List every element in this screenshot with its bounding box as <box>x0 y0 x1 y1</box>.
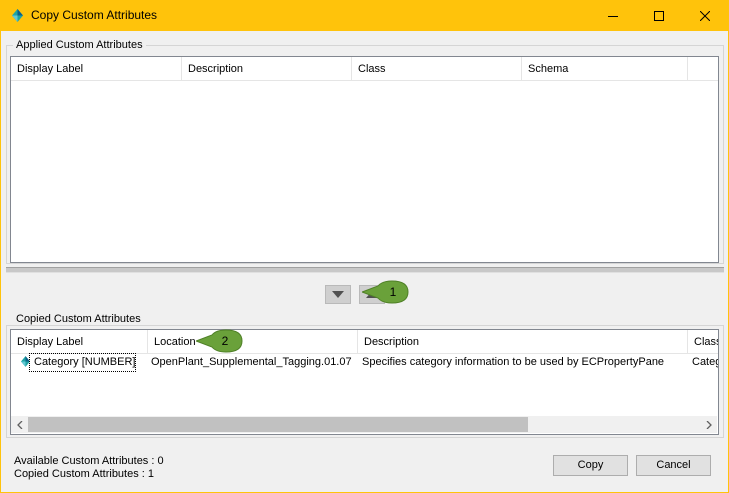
splitter[interactable] <box>6 267 724 273</box>
column-header-class[interactable]: Class <box>688 330 718 354</box>
maximize-icon <box>654 10 664 21</box>
callout-1-label: 1 <box>390 285 397 299</box>
close-icon <box>700 10 710 21</box>
cell-class: Categ <box>692 356 718 368</box>
minimize-button[interactable] <box>590 0 636 31</box>
close-button[interactable] <box>682 0 728 31</box>
column-header-class[interactable]: Class <box>352 57 522 81</box>
chevron-right-icon <box>706 420 712 429</box>
column-header-display-label[interactable]: Display Label <box>11 57 182 81</box>
minimize-icon <box>608 15 618 17</box>
copied-group-label: Copied Custom Attributes <box>13 313 144 325</box>
callout-marker-1: 1 <box>362 280 409 304</box>
applied-list-header: Display Label Description Class Schema <box>11 57 718 81</box>
callout-marker-2: 2 <box>196 329 243 353</box>
callout-2-label: 2 <box>222 334 229 348</box>
maximize-button[interactable] <box>636 0 682 31</box>
horizontal-scrollbar[interactable] <box>11 416 717 433</box>
bentley-diamond-icon <box>12 9 23 22</box>
scroll-right-button[interactable] <box>700 416 717 433</box>
scrollbar-thumb[interactable] <box>28 417 528 432</box>
table-row[interactable]: Category [NUMBER] OpenPlant_Supplemental… <box>10 353 718 372</box>
column-header-location[interactable]: Location <box>148 330 358 354</box>
cancel-button[interactable]: Cancel <box>636 455 711 476</box>
column-header-description[interactable]: Description <box>182 57 352 81</box>
window-title: Copy Custom Attributes <box>31 8 158 22</box>
copy-button[interactable]: Copy <box>553 455 628 476</box>
applied-list[interactable]: Display Label Description Class Schema <box>10 56 719 263</box>
cell-description: Specifies category information to be use… <box>362 356 665 368</box>
title-bar: Copy Custom Attributes <box>0 0 729 31</box>
move-down-button[interactable] <box>325 285 351 304</box>
cell-display-label: Category [NUMBER] <box>29 353 136 372</box>
applied-group-label: Applied Custom Attributes <box>13 39 146 51</box>
column-header-display-label[interactable]: Display Label <box>11 330 148 354</box>
triangle-down-icon <box>332 290 344 298</box>
scroll-left-button[interactable] <box>11 416 28 433</box>
column-header-schema[interactable]: Schema <box>522 57 688 81</box>
copied-list-header: Display Label Location Description Class <box>11 330 718 354</box>
chevron-left-icon <box>16 420 22 429</box>
cell-location: OpenPlant_Supplemental_Tagging.01.07 <box>151 356 352 368</box>
copied-count: Copied Custom Attributes : 1 <box>14 468 155 480</box>
available-count: Available Custom Attributes : 0 <box>14 455 164 467</box>
column-header-description[interactable]: Description <box>358 330 688 354</box>
